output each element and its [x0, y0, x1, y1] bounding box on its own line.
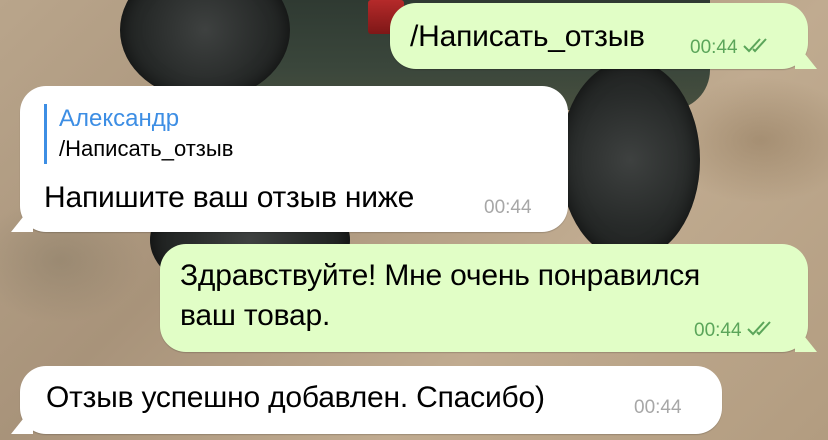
message-text: /Написать_отзыв	[410, 20, 645, 53]
message-bubble-incoming[interactable]: Александр /Написать_отзыв Напишите ваш о…	[11, 86, 568, 232]
message-time: 00:44	[634, 397, 682, 418]
message-meta: 00:44	[694, 320, 776, 341]
message-line: ваш товар.	[180, 299, 331, 332]
message-meta: 00:44	[484, 198, 532, 218]
message-time: 00:44	[484, 197, 532, 218]
reply-preview[interactable]: Александр /Написать_отзыв	[44, 104, 233, 164]
message-text: Отзыв успешно добавлен. Спасибо)	[46, 381, 545, 414]
double-check-icon	[742, 37, 772, 58]
message-text: Напишите ваш отзыв ниже	[44, 181, 415, 214]
message-meta: 00:44	[634, 398, 682, 418]
message-time: 00:44	[694, 319, 742, 341]
double-check-icon	[746, 320, 776, 341]
message-line: Здравствуйте! Мне очень понравился	[180, 259, 701, 292]
message-text: Здравствуйте! Мне очень понравился ваш т…	[180, 256, 700, 336]
reply-author: Александр	[59, 105, 180, 132]
message-time: 00:44	[690, 36, 738, 58]
wallpaper-tire	[560, 60, 700, 260]
message-meta: 00:44	[690, 37, 772, 58]
message-bubble-incoming[interactable]: Отзыв успешно добавлен. Спасибо) 00:44	[11, 366, 722, 434]
message-bubble-outgoing[interactable]: /Написать_отзыв 00:44	[390, 3, 817, 69]
message-bubble-outgoing[interactable]: Здравствуйте! Мне очень понравился ваш т…	[160, 244, 817, 352]
reply-text: /Написать_отзыв	[59, 136, 234, 161]
